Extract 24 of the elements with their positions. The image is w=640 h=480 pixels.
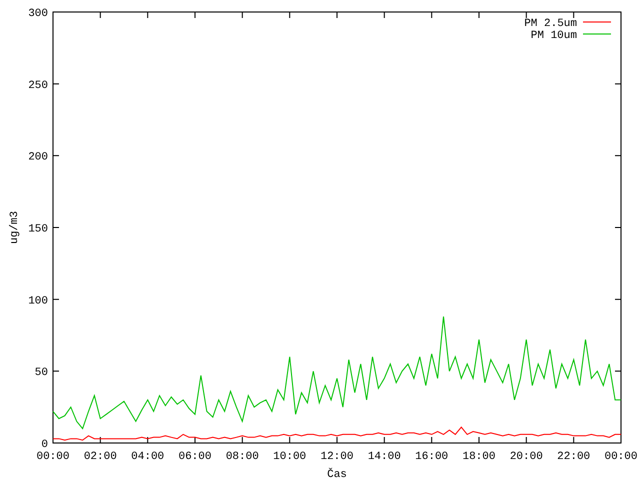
tick-label: 22:00 <box>557 451 590 463</box>
legend-label: PM 10um <box>530 30 577 42</box>
tick-label: 02:00 <box>84 451 117 463</box>
tick-label: 00:00 <box>36 451 70 463</box>
tick-label: 0 <box>41 439 48 451</box>
tick-label: 16:00 <box>415 451 448 463</box>
tick-label: 14:00 <box>368 451 401 463</box>
tick-label: 300 <box>28 8 48 20</box>
tick-label: 150 <box>28 224 48 236</box>
tick-label: 10:00 <box>273 451 306 463</box>
tick-label: 20:00 <box>510 451 543 463</box>
legend-label: PM 2.5um <box>524 18 577 30</box>
tick-label: 04:00 <box>131 451 164 463</box>
tick-label: 100 <box>28 295 48 308</box>
tick-label: 50 <box>34 367 48 380</box>
axis-label: ug/m3 <box>9 211 21 244</box>
tick-label: 06:00 <box>178 451 212 463</box>
tick-label: 200 <box>28 152 48 164</box>
tick-label: 18:00 <box>462 451 496 463</box>
tick-label: 00:00 <box>604 451 638 463</box>
axis-label: Čas <box>327 469 347 480</box>
tick-label: 08:00 <box>226 451 259 463</box>
tick-label: 12:00 <box>320 451 354 463</box>
tick-label: 250 <box>28 80 48 92</box>
